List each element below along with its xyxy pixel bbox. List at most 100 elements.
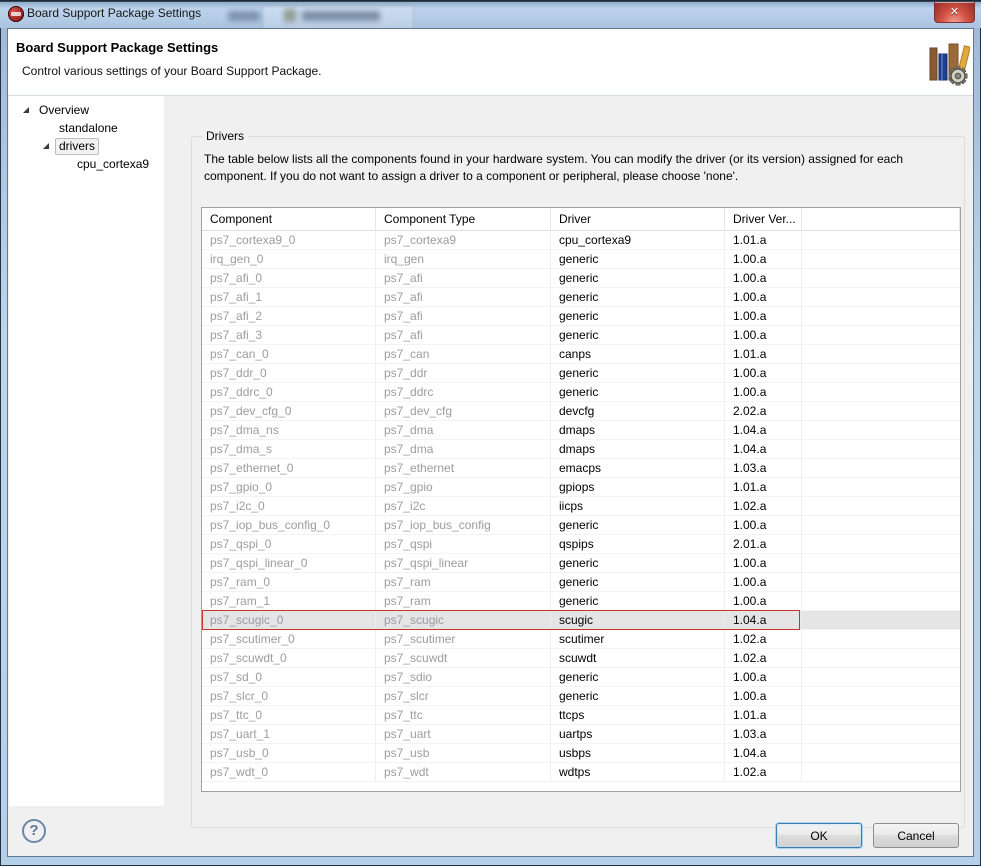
sidebar-item-standalone[interactable]: standalone bbox=[9, 119, 164, 137]
cell-driver-version[interactable]: 1.00.a bbox=[725, 364, 802, 383]
cell-driver-version[interactable]: 1.02.a bbox=[725, 630, 802, 649]
expand-arrow-icon[interactable] bbox=[23, 107, 29, 113]
column-header[interactable]: Component bbox=[202, 208, 376, 231]
table-row[interactable]: ps7_dma_sps7_dmadmaps1.04.a bbox=[202, 440, 960, 459]
titlebar[interactable]: Board Support Package Settings ✕ bbox=[0, 0, 981, 28]
cell-driver[interactable]: cpu_cortexa9 bbox=[551, 231, 725, 250]
table-row[interactable]: ps7_afi_3ps7_afigeneric1.00.a bbox=[202, 326, 960, 345]
cell-driver-version[interactable]: 1.00.a bbox=[725, 554, 802, 573]
cell-driver-version[interactable]: 1.02.a bbox=[725, 763, 802, 782]
cell-driver[interactable]: generic bbox=[551, 687, 725, 706]
table-row[interactable]: ps7_ddrc_0ps7_ddrcgeneric1.00.a bbox=[202, 383, 960, 402]
table-row[interactable]: ps7_ttc_0ps7_ttcttcps1.01.a bbox=[202, 706, 960, 725]
cell-driver[interactable]: dmaps bbox=[551, 440, 725, 459]
cell-driver-version[interactable]: 1.00.a bbox=[725, 288, 802, 307]
cell-driver-version[interactable]: 1.02.a bbox=[725, 649, 802, 668]
cell-driver[interactable]: generic bbox=[551, 288, 725, 307]
cell-driver[interactable]: generic bbox=[551, 573, 725, 592]
cell-driver-version[interactable]: 1.04.a bbox=[725, 611, 802, 630]
cell-driver[interactable]: scuwdt bbox=[551, 649, 725, 668]
cell-driver-version[interactable]: 1.01.a bbox=[725, 706, 802, 725]
table-row[interactable]: ps7_can_0ps7_cancanps1.01.a bbox=[202, 345, 960, 364]
expand-arrow-icon[interactable] bbox=[43, 143, 49, 149]
cell-driver[interactable]: wdtps bbox=[551, 763, 725, 782]
cell-driver[interactable]: scutimer bbox=[551, 630, 725, 649]
cell-driver-version[interactable]: 2.01.a bbox=[725, 535, 802, 554]
table-row[interactable]: ps7_usb_0ps7_usbusbps1.04.a bbox=[202, 744, 960, 763]
table-row[interactable]: ps7_slcr_0ps7_slcrgeneric1.00.a bbox=[202, 687, 960, 706]
cell-driver[interactable]: devcfg bbox=[551, 402, 725, 421]
cell-driver-version[interactable]: 1.00.a bbox=[725, 269, 802, 288]
table-row[interactable]: ps7_afi_2ps7_afigeneric1.00.a bbox=[202, 307, 960, 326]
cell-driver[interactable]: generic bbox=[551, 326, 725, 345]
help-button[interactable]: ? bbox=[22, 819, 46, 843]
table-row[interactable]: ps7_wdt_0ps7_wdtwdtps1.02.a bbox=[202, 763, 960, 782]
cancel-button[interactable]: Cancel bbox=[873, 823, 959, 848]
cell-driver-version[interactable]: 1.03.a bbox=[725, 459, 802, 478]
table-row[interactable]: ps7_ddr_0ps7_ddrgeneric1.00.a bbox=[202, 364, 960, 383]
cell-driver-version[interactable]: 1.00.a bbox=[725, 573, 802, 592]
sidebar-item-drivers[interactable]: drivers bbox=[9, 137, 164, 155]
table-row[interactable]: ps7_ram_1ps7_ramgeneric1.00.a bbox=[202, 592, 960, 611]
cell-driver[interactable]: generic bbox=[551, 668, 725, 687]
cell-driver[interactable]: generic bbox=[551, 364, 725, 383]
table-row[interactable]: ps7_ram_0ps7_ramgeneric1.00.a bbox=[202, 573, 960, 592]
cell-driver[interactable]: dmaps bbox=[551, 421, 725, 440]
column-header[interactable] bbox=[802, 208, 960, 231]
cell-driver-version[interactable]: 1.01.a bbox=[725, 231, 802, 250]
cell-driver[interactable]: canps bbox=[551, 345, 725, 364]
table-row[interactable]: ps7_qspi_0ps7_qspiqspips2.01.a bbox=[202, 535, 960, 554]
table-row[interactable]: ps7_cortexa9_0ps7_cortexa9cpu_cortexa91.… bbox=[202, 231, 960, 250]
column-header[interactable]: Component Type bbox=[376, 208, 551, 231]
cell-driver-version[interactable]: 1.02.a bbox=[725, 497, 802, 516]
sidebar-item-cpu_cortexa9[interactable]: cpu_cortexa9 bbox=[9, 155, 164, 173]
cell-driver-version[interactable]: 1.00.a bbox=[725, 383, 802, 402]
sidebar-item-Overview[interactable]: Overview bbox=[9, 101, 164, 119]
cell-driver[interactable]: generic bbox=[551, 307, 725, 326]
column-header[interactable]: Driver bbox=[551, 208, 725, 231]
cell-driver-version[interactable]: 1.00.a bbox=[725, 326, 802, 345]
table-row[interactable]: ps7_dev_cfg_0ps7_dev_cfgdevcfg2.02.a bbox=[202, 402, 960, 421]
cell-driver[interactable]: generic bbox=[551, 516, 725, 535]
cell-driver[interactable]: ttcps bbox=[551, 706, 725, 725]
cell-driver-version[interactable]: 1.01.a bbox=[725, 478, 802, 497]
cell-driver-version[interactable]: 1.00.a bbox=[725, 668, 802, 687]
cell-driver[interactable]: scugic bbox=[551, 611, 725, 630]
table-row[interactable]: ps7_gpio_0ps7_gpiogpiops1.01.a bbox=[202, 478, 960, 497]
cell-driver-version[interactable]: 1.01.a bbox=[725, 345, 802, 364]
table-row[interactable]: ps7_scugic_0ps7_scugicscugic1.04.a bbox=[202, 611, 960, 630]
table-row[interactable]: ps7_i2c_0ps7_i2ciicps1.02.a bbox=[202, 497, 960, 516]
ok-button[interactable]: OK bbox=[776, 823, 862, 848]
cell-driver[interactable]: iicps bbox=[551, 497, 725, 516]
cell-driver-version[interactable]: 1.00.a bbox=[725, 307, 802, 326]
cell-driver[interactable]: qspips bbox=[551, 535, 725, 554]
cell-driver-version[interactable]: 2.02.a bbox=[725, 402, 802, 421]
table-row[interactable]: ps7_scuwdt_0ps7_scuwdtscuwdt1.02.a bbox=[202, 649, 960, 668]
table-row[interactable]: ps7_sd_0ps7_sdiogeneric1.00.a bbox=[202, 668, 960, 687]
cell-driver[interactable]: generic bbox=[551, 383, 725, 402]
table-row[interactable]: irq_gen_0irq_gengeneric1.00.a bbox=[202, 250, 960, 269]
close-button[interactable]: ✕ bbox=[934, 2, 975, 23]
cell-driver[interactable]: gpiops bbox=[551, 478, 725, 497]
cell-driver-version[interactable]: 1.00.a bbox=[725, 250, 802, 269]
table-row[interactable]: ps7_afi_1ps7_afigeneric1.00.a bbox=[202, 288, 960, 307]
cell-driver-version[interactable]: 1.00.a bbox=[725, 516, 802, 535]
cell-driver[interactable]: uartps bbox=[551, 725, 725, 744]
table-row[interactable]: ps7_qspi_linear_0ps7_qspi_lineargeneric1… bbox=[202, 554, 960, 573]
cell-driver[interactable]: emacps bbox=[551, 459, 725, 478]
cell-driver[interactable]: generic bbox=[551, 554, 725, 573]
column-header[interactable]: Driver Ver... bbox=[725, 208, 802, 231]
cell-driver-version[interactable]: 1.03.a bbox=[725, 725, 802, 744]
cell-driver-version[interactable]: 1.00.a bbox=[725, 687, 802, 706]
table-row[interactable]: ps7_ethernet_0ps7_ethernetemacps1.03.a bbox=[202, 459, 960, 478]
cell-driver-version[interactable]: 1.04.a bbox=[725, 744, 802, 763]
cell-driver-version[interactable]: 1.04.a bbox=[725, 421, 802, 440]
cell-driver[interactable]: generic bbox=[551, 250, 725, 269]
cell-driver-version[interactable]: 1.00.a bbox=[725, 592, 802, 611]
cell-driver-version[interactable]: 1.04.a bbox=[725, 440, 802, 459]
cell-driver[interactable]: usbps bbox=[551, 744, 725, 763]
cell-driver[interactable]: generic bbox=[551, 269, 725, 288]
table-row[interactable]: ps7_uart_1ps7_uartuartps1.03.a bbox=[202, 725, 960, 744]
table-row[interactable]: ps7_dma_nsps7_dmadmaps1.04.a bbox=[202, 421, 960, 440]
table-row[interactable]: ps7_iop_bus_config_0ps7_iop_bus_configge… bbox=[202, 516, 960, 535]
